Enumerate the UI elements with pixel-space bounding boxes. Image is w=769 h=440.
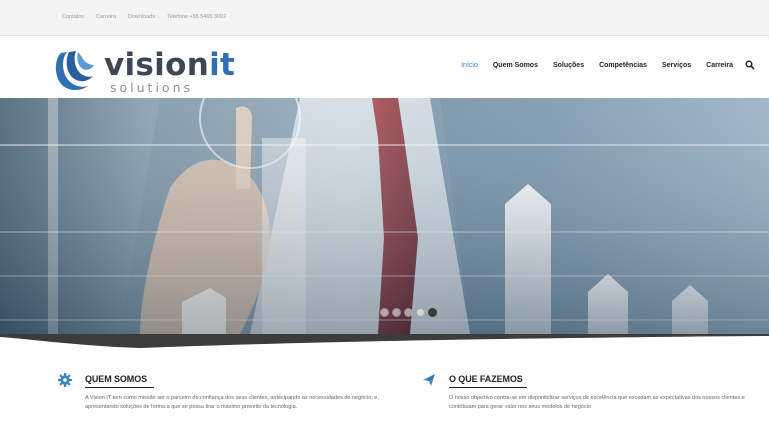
- gear-icon: [58, 373, 72, 387]
- slider-dot[interactable]: [404, 308, 413, 317]
- paper-plane-icon: [423, 374, 435, 386]
- nav-item-solucoes[interactable]: Soluções: [553, 62, 584, 69]
- top-phone: Telefone +55 5465 3002: [167, 14, 227, 20]
- hero-slider[interactable]: [0, 98, 769, 334]
- logo-mark-icon: [55, 51, 94, 91]
- main-nav: Início Quem Somos Soluções Competências …: [446, 60, 755, 70]
- section-title-underline: [449, 387, 527, 388]
- site-header: visionit solutions Início Quem Somos Sol…: [0, 36, 769, 98]
- top-link-contatos[interactable]: Contatos: [62, 14, 84, 20]
- nav-item-competencias[interactable]: Competências: [599, 62, 647, 69]
- slider-dot[interactable]: [392, 308, 401, 317]
- top-utility-bar: Contatos Carreira Downloads Telefone +55…: [0, 0, 769, 36]
- nav-item-carreira[interactable]: Carreira: [706, 62, 733, 69]
- logo-wordmark: visionit: [104, 47, 236, 83]
- section-title: O QUE FAZEMOS: [449, 374, 523, 384]
- top-link-downloads[interactable]: Downloads: [128, 14, 155, 20]
- slider-dot[interactable]: [380, 308, 389, 317]
- logo-subline: solutions: [110, 80, 194, 95]
- top-link-carreira[interactable]: Carreira: [96, 14, 116, 20]
- section-text: A Vision IT tem como missão ser o parcei…: [85, 395, 379, 410]
- section-title-underline: [85, 387, 154, 388]
- section-title: QUEM SOMOS: [85, 374, 148, 384]
- site-logo[interactable]: visionit solutions: [52, 47, 252, 95]
- search-icon[interactable]: [745, 60, 755, 70]
- nav-item-inicio[interactable]: Início: [461, 62, 478, 69]
- hero-image: [0, 98, 769, 334]
- nav-item-servicos[interactable]: Serviços: [662, 62, 691, 69]
- nav-item-quem-somos[interactable]: Quem Somos: [493, 62, 538, 69]
- section-text: O nosso objectivo centra-se em disponibi…: [449, 395, 745, 410]
- top-links: Contatos Carreira Downloads Telefone +55…: [62, 14, 226, 20]
- slider-dot[interactable]: [416, 308, 425, 317]
- slider-dot-active[interactable]: [428, 308, 437, 317]
- slider-dots: [380, 308, 437, 317]
- hero-shadow: [0, 334, 769, 348]
